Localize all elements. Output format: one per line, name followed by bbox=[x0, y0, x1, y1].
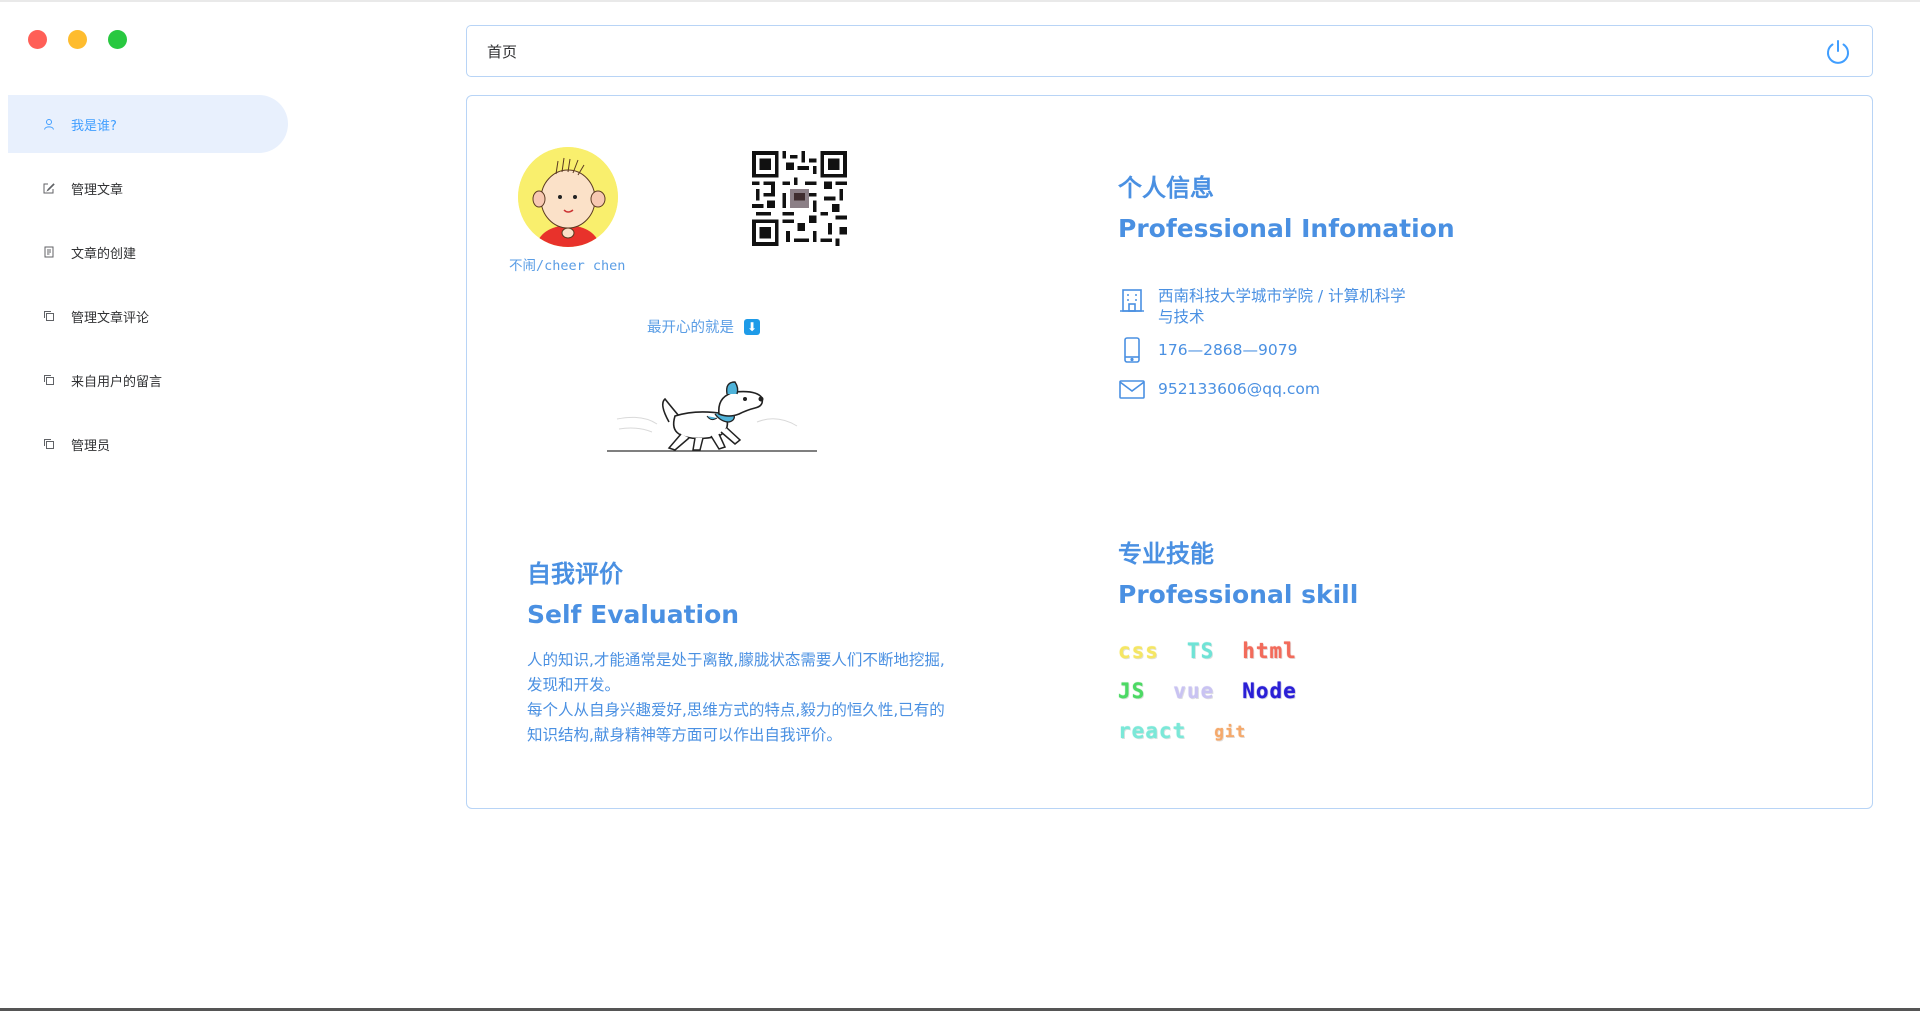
sidebar-item-manage-articles[interactable]: 管理文章 bbox=[8, 159, 288, 217]
skill-row: css TS html bbox=[1118, 631, 1418, 671]
edit-icon bbox=[43, 182, 55, 194]
personal-info-title-en: Professional Infomation bbox=[1118, 214, 1455, 243]
skill-css: css bbox=[1118, 639, 1159, 663]
copy-icon bbox=[43, 374, 55, 386]
skill-row: react git bbox=[1118, 711, 1418, 751]
window-controls bbox=[28, 30, 127, 49]
avatar bbox=[518, 147, 618, 247]
self-eval-text: 人的知识,才能通常是处于离散,朦胧状态需要人们不断地挖掘, 发现和开发。 每个人… bbox=[527, 648, 977, 748]
skill-react: react bbox=[1118, 719, 1187, 743]
phone-number: 176—2868—9079 bbox=[1158, 340, 1298, 359]
self-eval-title-cn: 自我评价 bbox=[527, 560, 623, 588]
breadcrumb-home[interactable]: 首页 bbox=[487, 41, 517, 62]
school-line2: 与技术 bbox=[1158, 308, 1205, 326]
sidebar-item-label: 来自用户的留言 bbox=[71, 374, 163, 390]
profile-card: 不闹/cheer chen 最开心的就是 ⬇ 个人信息 Professional… bbox=[466, 95, 1873, 809]
document-icon bbox=[43, 246, 55, 258]
sidebar-item-label: 文章的创建 bbox=[71, 246, 137, 262]
skill-ts: TS bbox=[1186, 639, 1215, 663]
phone-icon bbox=[1118, 336, 1146, 364]
sidebar-menu: 我是谁? 管理文章 文章的创建 管理文章评论 来自用户的留言 管理员 bbox=[8, 95, 288, 479]
user-icon bbox=[43, 118, 55, 130]
school-text: 西南科技大学城市学院 / 计算机科学 与技术 bbox=[1158, 286, 1406, 328]
email-row: 952133606@qq.com bbox=[1118, 375, 1320, 403]
skill-vue: vue bbox=[1173, 679, 1215, 703]
personal-info-title-cn: 个人信息 bbox=[1118, 174, 1214, 202]
sidebar-item-admin[interactable]: 管理员 bbox=[8, 415, 288, 473]
sidebar-item-whoami[interactable]: 我是谁? bbox=[8, 95, 288, 153]
self-eval-line: 每个人从自身兴趣爱好,思维方式的特点,毅力的恒久性,已有的 bbox=[527, 701, 945, 719]
profile-name: 不闹/cheer chen bbox=[509, 258, 626, 274]
sidebar-item-label: 管理文章 bbox=[71, 182, 124, 198]
sidebar-item-label: 我是谁? bbox=[71, 118, 117, 134]
sidebar-item-create-article[interactable]: 文章的创建 bbox=[8, 223, 288, 281]
down-arrow-icon: ⬇ bbox=[744, 318, 760, 335]
copy-icon bbox=[43, 310, 55, 322]
skills-list: css TS html JS vue Node react git bbox=[1118, 631, 1418, 751]
self-eval-title-en: Self Evaluation bbox=[527, 600, 740, 629]
happy-caption: 最开心的就是 ⬇ bbox=[647, 316, 760, 337]
school-row: 西南科技大学城市学院 / 计算机科学 与技术 bbox=[1118, 286, 1406, 328]
building-icon bbox=[1118, 286, 1146, 314]
maximize-window-button[interactable] bbox=[108, 30, 127, 49]
power-icon[interactable] bbox=[1824, 38, 1852, 66]
close-window-button[interactable] bbox=[28, 30, 47, 49]
skills-title-en: Professional skill bbox=[1118, 580, 1359, 609]
school-line1: 西南科技大学城市学院 / 计算机科学 bbox=[1158, 287, 1406, 305]
header-bar: 首页 bbox=[466, 25, 1873, 77]
happy-text: 最开心的就是 bbox=[647, 320, 734, 336]
self-eval-line: 知识结构,献身精神等方面可以作出自我评价。 bbox=[527, 726, 842, 744]
skill-git: git bbox=[1214, 721, 1247, 741]
top-border bbox=[0, 0, 1920, 2]
copy-icon bbox=[43, 438, 55, 450]
phone-row: 176—2868—9079 bbox=[1118, 336, 1297, 364]
sidebar-item-label: 管理员 bbox=[71, 438, 111, 454]
skill-js: JS bbox=[1118, 679, 1146, 703]
sidebar-item-manage-comments[interactable]: 管理文章评论 bbox=[8, 287, 288, 345]
skill-html: html bbox=[1242, 639, 1297, 663]
skill-row: JS vue Node bbox=[1118, 671, 1418, 711]
skills-title-cn: 专业技能 bbox=[1118, 540, 1214, 568]
sidebar-item-user-messages[interactable]: 来自用户的留言 bbox=[8, 351, 288, 409]
self-eval-line: 发现和开发。 bbox=[527, 676, 621, 694]
mail-icon bbox=[1118, 375, 1146, 403]
minimize-window-button[interactable] bbox=[68, 30, 87, 49]
email-address[interactable]: 952133606@qq.com bbox=[1158, 379, 1320, 400]
self-eval-line: 人的知识,才能通常是处于离散,朦胧状态需要人们不断地挖掘, bbox=[527, 651, 945, 669]
qr-code bbox=[752, 151, 847, 246]
sidebar-item-label: 管理文章评论 bbox=[71, 310, 150, 326]
running-dog-illustration bbox=[607, 374, 817, 454]
skill-node: Node bbox=[1242, 679, 1297, 703]
